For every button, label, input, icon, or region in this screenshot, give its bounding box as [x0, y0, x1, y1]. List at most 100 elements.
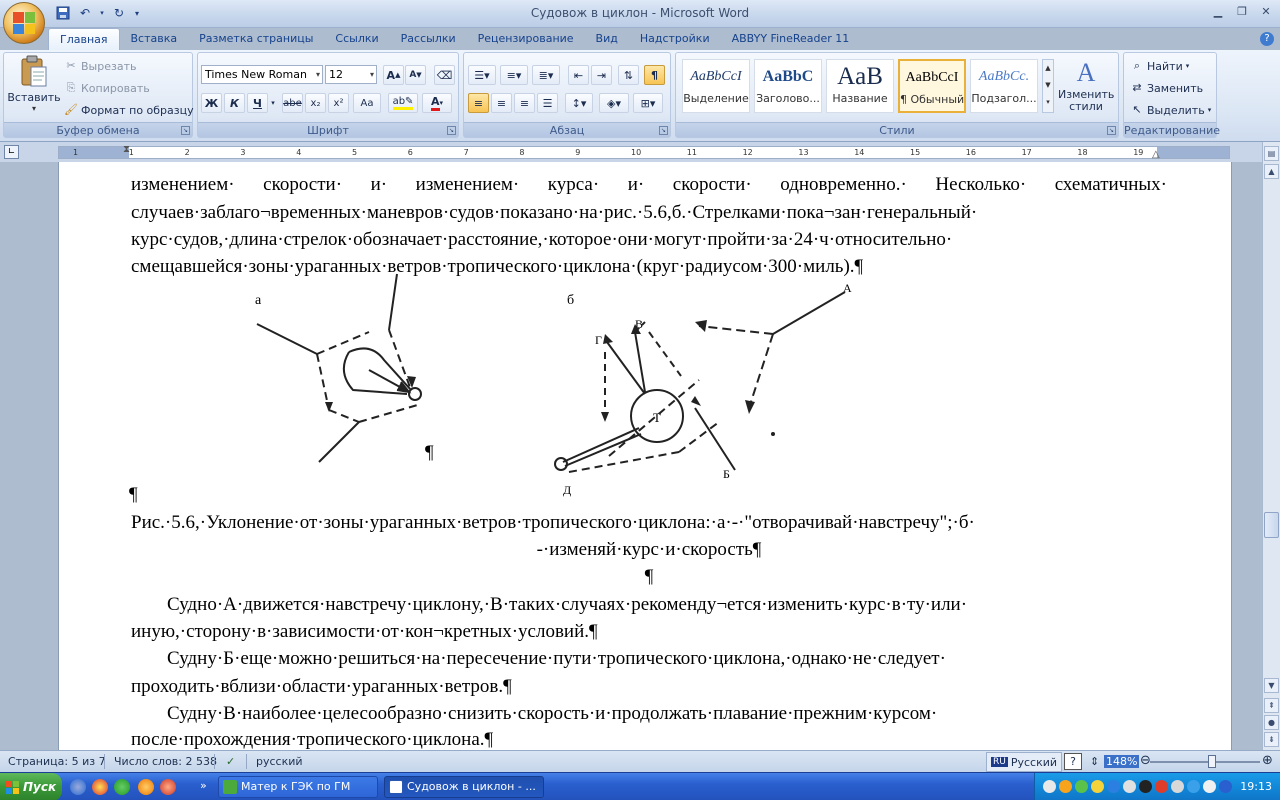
tab-home[interactable]: Главная [48, 28, 120, 50]
line-spacing-icon[interactable]: ↕▾ [565, 93, 593, 113]
taskbar-item-materials[interactable]: Матер к ГЭК по ГМ [218, 776, 378, 798]
tab-review[interactable]: Рецензирование [467, 28, 585, 50]
shading-icon[interactable]: ◈▾ [599, 93, 629, 113]
font-name-combo[interactable]: Times New Roman ▾ [201, 65, 323, 84]
right-indent-marker-icon[interactable]: △ [1152, 149, 1160, 160]
underline-button[interactable]: Ч [247, 93, 268, 113]
word-count[interactable]: Число слов: 2 538 [114, 755, 217, 768]
scroll-up-icon[interactable]: ▲ [1264, 164, 1279, 179]
tab-references[interactable]: Ссылки [324, 28, 389, 50]
cut-button[interactable]: ✂ Вырезать [64, 59, 136, 73]
restore-icon[interactable]: ❐ [1230, 2, 1254, 20]
strikethrough-button[interactable]: abe [282, 93, 303, 113]
close-icon[interactable]: ✕ [1254, 2, 1278, 20]
tab-page-layout[interactable]: Разметка страницы [188, 28, 324, 50]
tray-app-icon[interactable] [1091, 780, 1104, 793]
show-formatting-button[interactable]: ¶ [644, 65, 665, 85]
taskbar-item-word[interactable]: Судовож в циклон - ... [384, 776, 544, 798]
volume-icon[interactable] [1171, 780, 1184, 793]
tray-app-icon[interactable] [1219, 780, 1232, 793]
help-status-icon[interactable]: ? [1064, 753, 1082, 770]
browse-object-icon[interactable]: ● [1264, 715, 1279, 730]
media-icon[interactable] [138, 779, 154, 795]
chrome-icon[interactable] [92, 779, 108, 795]
clock[interactable]: 19:13 [1240, 780, 1272, 793]
numbering-icon[interactable]: ≡▾ [500, 65, 528, 85]
zoom-slider[interactable] [1150, 761, 1260, 763]
tab-addins[interactable]: Надстройки [629, 28, 721, 50]
bold-button[interactable]: Ж [201, 93, 222, 113]
proofing-icon[interactable]: ✓ [226, 755, 235, 768]
justify-icon[interactable]: ☰ [537, 93, 558, 113]
tray-app-icon[interactable] [1059, 780, 1072, 793]
next-page-icon[interactable]: ⇟ [1264, 732, 1279, 747]
replace-button[interactable]: ⇄ Заменить [1130, 81, 1203, 95]
sort-icon[interactable]: ⇅ [618, 65, 639, 85]
format-painter-button[interactable]: 🖌 Формат по образцу [64, 103, 194, 117]
tab-selector-button[interactable]: ∟ [4, 145, 19, 159]
style-heading[interactable]: AaBbC Заголово... [754, 59, 822, 113]
subscript-button[interactable]: x₂ [305, 93, 326, 113]
scroll-thumb[interactable] [1264, 512, 1279, 538]
font-dialog-launcher-icon[interactable]: ↘ [447, 126, 456, 135]
styles-scroll[interactable]: ▲ ▼ ▾ [1042, 59, 1054, 113]
clipboard-dialog-launcher-icon[interactable]: ↘ [181, 126, 190, 135]
bullets-icon[interactable]: ☰▾ [468, 65, 496, 85]
style-title[interactable]: AaB Название [826, 59, 894, 113]
scroll-down-icon[interactable]: ▼ [1264, 678, 1279, 693]
tab-view[interactable]: Вид [585, 28, 629, 50]
tray-app-icon[interactable] [1075, 780, 1088, 793]
tray-app-icon[interactable] [1155, 780, 1168, 793]
tray-app-icon[interactable] [1123, 780, 1136, 793]
paragraph-dialog-launcher-icon[interactable]: ↘ [659, 126, 668, 135]
zoom-slider-thumb[interactable] [1208, 755, 1216, 768]
copy-button[interactable]: ⎘ Копировать [64, 81, 150, 95]
style-emphasis[interactable]: AaBbCcI Выделение [682, 59, 750, 113]
tab-insert[interactable]: Вставка [120, 28, 189, 50]
italic-button[interactable]: К [224, 93, 245, 113]
start-button[interactable]: Пуск [0, 773, 62, 800]
tray-app-icon[interactable] [1139, 780, 1152, 793]
tray-app-icon[interactable] [1043, 780, 1056, 793]
opera-icon[interactable] [160, 779, 176, 795]
align-center-icon[interactable]: ≡ [491, 93, 512, 113]
multilevel-list-icon[interactable]: ≣▾ [532, 65, 560, 85]
tray-app-icon[interactable] [1203, 780, 1216, 793]
paste-button[interactable]: Вставить ▾ [7, 55, 61, 123]
font-size-combo[interactable]: 12 ▾ [325, 65, 377, 84]
change-styles-button[interactable]: A Изменить стили [1058, 57, 1114, 119]
align-left-icon[interactable]: ≡ [468, 93, 489, 113]
highlight-button[interactable]: ab✎ [388, 93, 418, 113]
browser-icon[interactable] [114, 779, 130, 795]
increase-indent-icon[interactable]: ⇥ [591, 65, 612, 85]
minimize-icon[interactable]: ▁ [1206, 2, 1230, 20]
office-button[interactable] [3, 2, 45, 44]
keyboard-language-indicator[interactable]: RU Русский [986, 752, 1063, 772]
clear-format-icon[interactable]: ⌫ [434, 65, 455, 85]
change-case-button[interactable]: Aa [353, 93, 381, 113]
zoom-in-icon[interactable]: ⊕ [1262, 753, 1273, 768]
underline-dropdown-icon[interactable]: ▾ [268, 93, 278, 113]
horizontal-ruler[interactable]: 1 1 2 3 4 5 6 7 8 9 10 11 12 13 14 15 16 17 18 19 ⧗ △ [58, 144, 1230, 160]
grow-font-button[interactable]: A ▲ [383, 65, 404, 85]
align-right-icon[interactable]: ≡ [514, 93, 535, 113]
network-icon[interactable] [1187, 780, 1200, 793]
page-indicator[interactable]: Страница: 5 из 7 [8, 755, 106, 768]
style-subtitle[interactable]: AaBbCc. Подзагол... [970, 59, 1038, 113]
more-quicklaunch-icon[interactable]: » [200, 779, 207, 792]
paste-dropdown-icon[interactable]: ▾ [32, 104, 36, 113]
ruler-toggle-icon[interactable]: ▤ [1264, 146, 1279, 161]
ie-icon[interactable] [70, 779, 86, 795]
language-indicator[interactable]: русский [256, 755, 303, 768]
superscript-button[interactable]: x² [328, 93, 349, 113]
font-color-button[interactable]: A ▾ [422, 93, 452, 113]
shrink-font-button[interactable]: A ▼ [405, 65, 426, 85]
previous-page-icon[interactable]: ⇞ [1264, 698, 1279, 713]
select-button[interactable]: ↖ Выделить ▾ [1130, 103, 1211, 117]
borders-icon[interactable]: ⊞▾ [633, 93, 663, 113]
tab-mailings[interactable]: Рассылки [390, 28, 467, 50]
tray-app-icon[interactable] [1107, 780, 1120, 793]
view-toggle-icon[interactable]: ⇕ [1090, 755, 1099, 768]
decrease-indent-icon[interactable]: ⇤ [568, 65, 589, 85]
zoom-level[interactable]: 148% [1104, 755, 1140, 768]
